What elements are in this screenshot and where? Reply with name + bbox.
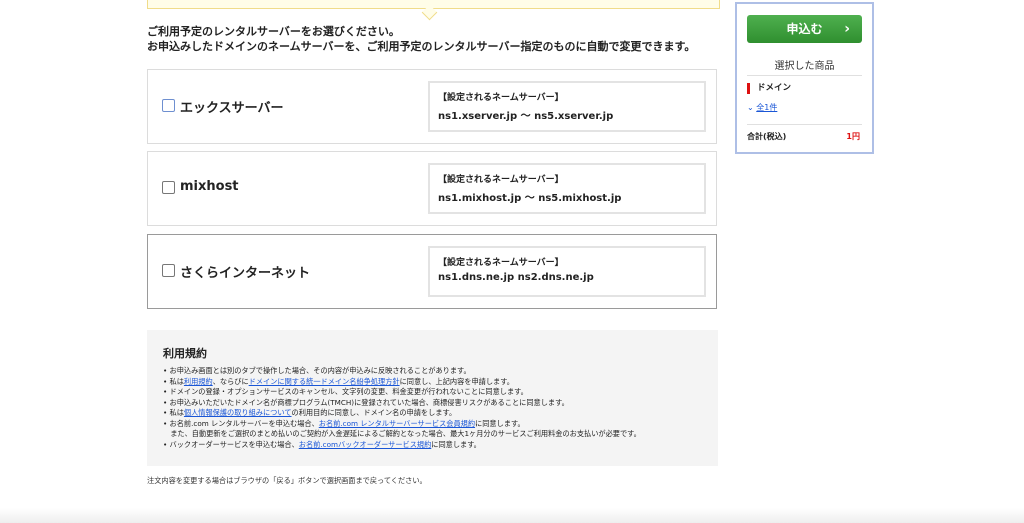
terms-item: ドメインの登録・オプションサービスのキャンセル、文字列の変更、料金変更が行われな… — [163, 387, 641, 398]
nameserver-value: ns1.xserver.jp 〜 ns5.xserver.jp — [438, 111, 614, 122]
chevron-down-icon: ⌄ — [747, 103, 757, 112]
terms-text: に同意します。 — [431, 439, 481, 449]
apply-button-label: 申込む — [786, 22, 823, 36]
divider — [747, 124, 862, 125]
terms-text: お名前.com レンタルサーバーを申込む場合、 — [169, 418, 319, 428]
terms-panel: 利用規約 お申込み画面とは別のタブで操作した場合、その内容が申込みに反映されるこ… — [147, 330, 718, 466]
page-bottom-shadow — [0, 508, 1024, 523]
terms-text: お申込みいただいたドメイン名が商標プログラム(TMCH)に登録されていた場合、商… — [169, 397, 569, 407]
checkbox-xserver[interactable] — [162, 99, 175, 112]
selected-items-title: 選択した商品 — [774, 61, 835, 72]
terms-text: 、ならびに — [212, 376, 249, 386]
total-value: 1円 — [846, 132, 860, 141]
chevron-right-icon: › — [844, 21, 850, 37]
domain-label: ドメイン — [747, 83, 791, 94]
terms-item: 私は個人情報保護の取り組みについての利用目的に同意し、ドメイン名の申請をします。 — [163, 408, 641, 419]
nameserver-title: 【設定されるネームサーバー】 — [438, 93, 564, 103]
terms-text: に同意します。 — [475, 418, 525, 428]
intro-line-2: お申込みしたドメインのネームサーバーを、ご利用予定のレンタルサーバー指定のものに… — [147, 40, 696, 53]
divider — [747, 75, 862, 76]
option-label: エックスサーバー — [180, 101, 284, 116]
terms-heading: 利用規約 — [163, 347, 207, 360]
intro-text: ご利用予定のレンタルサーバーをお選びください。 お申込みしたドメインのネームサー… — [147, 24, 695, 54]
info-box-bottom — [147, 0, 720, 21]
terms-of-use-link[interactable]: 利用規約 — [184, 377, 213, 386]
privacy-policy-link[interactable]: 個人情報保護の取り組みについて — [184, 408, 292, 417]
nameserver-box: 【設定されるネームサーバー】 ns1.mixhost.jp 〜 ns5.mixh… — [428, 163, 706, 214]
nameserver-box: 【設定されるネームサーバー】 ns1.dns.ne.jp ns2.dns.ne.… — [428, 246, 706, 297]
dispute-policy-link[interactable]: ドメインに関する統一ドメイン名紛争処理方針 — [249, 377, 400, 386]
terms-text: 私は — [169, 376, 184, 386]
order-summary-sidebar: 申込む › 選択した商品 ドメイン ⌄ 全1件 合計(税込) 1円 — [735, 2, 874, 154]
option-label: mixhost — [180, 179, 239, 194]
terms-text: ドメインの登録・オプションサービスのキャンセル、文字列の変更、料金変更が行われな… — [169, 387, 528, 396]
backorder-terms-link[interactable]: お名前.comバックオーダーサービス規約 — [299, 440, 432, 449]
nameserver-title: 【設定されるネームサーバー】 — [438, 175, 564, 185]
server-option-mixhost[interactable]: mixhost 【設定されるネームサーバー】 ns1.mixhost.jp 〜 … — [147, 151, 717, 226]
nameserver-value: ns1.dns.ne.jp ns2.dns.ne.jp — [438, 272, 594, 283]
footer-note: 注文内容を変更する場合はブラウザの「戻る」ボタンで選択画面まで戻ってください。 — [147, 476, 427, 485]
item-count-label: 全1件 — [756, 103, 778, 112]
total-label: 合計(税込) — [747, 132, 787, 141]
option-label: さくらインターネット — [180, 266, 311, 281]
terms-item: お申込み画面とは別のタブで操作した場合、その内容が申込みに反映されることがありま… — [163, 366, 641, 377]
terms-item: また、自動更新をご選択のまとめ払いのご契約が入金遅延によるご解約となった場合、最… — [163, 429, 641, 440]
nameserver-value: ns1.mixhost.jp 〜 ns5.mixhost.jp — [438, 193, 622, 204]
terms-text: に同意し、上記内容を申請します。 — [399, 376, 514, 386]
nameserver-title: 【設定されるネームサーバー】 — [438, 258, 564, 268]
server-option-xserver[interactable]: エックスサーバー 【設定されるネームサーバー】 ns1.xserver.jp 〜… — [147, 69, 717, 144]
terms-item: お名前.com レンタルサーバーを申込む場合、お名前.com レンタルサーバーサ… — [163, 419, 641, 430]
server-option-sakura[interactable]: さくらインターネット 【設定されるネームサーバー】 ns1.dns.ne.jp … — [147, 234, 717, 309]
terms-text: 私は — [169, 408, 184, 417]
terms-item: バックオーダーサービスを申込む場合、お名前.comバックオーダーサービス規約に同… — [163, 440, 641, 451]
terms-text: の利用目的に同意し、ドメイン名の申請をします。 — [291, 408, 457, 417]
terms-text: バックオーダーサービスを申込む場合、 — [169, 439, 299, 449]
terms-item: 私は利用規約、ならびにドメインに関する統一ドメイン名紛争処理方針に同意し、上記内… — [163, 377, 641, 388]
terms-item: お申込みいただいたドメイン名が商標プログラム(TMCH)に登録されていた場合、商… — [163, 398, 641, 409]
checkbox-sakura[interactable] — [162, 264, 175, 277]
terms-text: また、自動更新をご選択のまとめ払いのご契約が入金遅延によるご解約となった場合、最… — [170, 429, 641, 438]
item-count-toggle[interactable]: ⌄ 全1件 — [747, 102, 777, 113]
rental-server-terms-link[interactable]: お名前.com レンタルサーバーサービス会員規約 — [319, 419, 475, 428]
terms-list: お申込み画面とは別のタブで操作した場合、その内容が申込みに反映されることがありま… — [163, 366, 641, 450]
intro-line-1: ご利用予定のレンタルサーバーをお選びください。 — [147, 25, 400, 38]
pointer-arrow — [421, 4, 438, 21]
apply-button[interactable]: 申込む › — [747, 15, 862, 43]
terms-text: お申込み画面とは別のタブで操作した場合、その内容が申込みに反映されることがありま… — [169, 366, 471, 375]
checkbox-mixhost[interactable] — [162, 181, 175, 194]
nameserver-box: 【設定されるネームサーバー】 ns1.xserver.jp 〜 ns5.xser… — [428, 81, 706, 132]
